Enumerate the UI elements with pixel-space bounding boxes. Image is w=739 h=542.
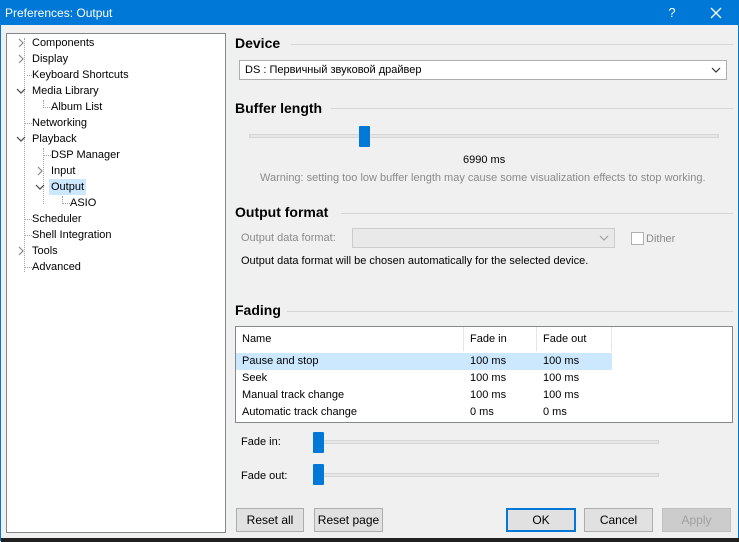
device-divider xyxy=(291,44,733,45)
tree-item-shell-integration[interactable]: Shell Integration xyxy=(7,227,223,243)
close-icon xyxy=(710,7,722,19)
tree-item-keyboard-shortcuts[interactable]: Keyboard Shortcuts xyxy=(7,67,223,83)
table-row[interactable]: Manual track change 100 ms 100 ms xyxy=(236,387,612,404)
tree-item-label: Input xyxy=(51,165,76,177)
help-button[interactable]: ? xyxy=(660,3,684,23)
dither-label: Dither xyxy=(646,233,676,245)
device-select[interactable]: DS : Первичный звуковой драйвер xyxy=(239,60,727,80)
fading-list[interactable]: Name Fade in Fade out Pause and stop 100… xyxy=(235,326,733,423)
buffer-slider-track[interactable] xyxy=(249,134,719,138)
tree-item-output[interactable]: Output xyxy=(7,179,223,195)
fade-out-slider-thumb[interactable] xyxy=(313,464,324,485)
apply-button[interactable]: Apply xyxy=(662,508,731,532)
chevron-right-icon[interactable] xyxy=(35,163,45,179)
buffer-slider-thumb[interactable] xyxy=(359,126,371,147)
reset-page-button[interactable]: Reset page xyxy=(314,508,383,532)
buffer-section-title: Buffer length xyxy=(235,100,329,116)
fade-in-label: Fade in: xyxy=(241,436,281,448)
chevron-down-icon xyxy=(598,229,610,247)
tree-item-label: Output xyxy=(49,179,87,195)
tree-item-tools[interactable]: Tools xyxy=(7,243,223,259)
row-name: Seek xyxy=(242,372,268,384)
tree-item-networking[interactable]: Networking xyxy=(7,115,223,131)
row-name: Automatic track change xyxy=(242,406,357,418)
chevron-down-icon[interactable] xyxy=(16,131,26,147)
buffer-divider xyxy=(331,108,733,109)
window-title: Preferences: Output xyxy=(5,6,113,20)
row-name: Manual track change xyxy=(242,389,345,401)
table-row[interactable]: Automatic track change 0 ms 0 ms xyxy=(236,404,612,421)
chevron-right-icon[interactable] xyxy=(16,243,26,259)
tree-item-album-list[interactable]: Album List xyxy=(7,99,223,115)
chevron-right-icon[interactable] xyxy=(16,51,26,67)
fade-out-slider-track[interactable] xyxy=(313,473,659,477)
tree-item-label: Shell Integration xyxy=(32,229,112,241)
tree-item-label: Tools xyxy=(32,245,58,257)
tree-item-playback[interactable]: Playback xyxy=(7,131,223,147)
background-strip xyxy=(1,538,739,542)
row-fade-out: 100 ms xyxy=(543,355,580,367)
row-fade-in: 0 ms xyxy=(470,406,494,418)
dither-checkbox[interactable] xyxy=(631,232,644,245)
output-format-divider xyxy=(341,213,733,214)
column-header-fade-out[interactable]: Fade out xyxy=(537,327,612,351)
row-fade-out: 0 ms xyxy=(543,406,567,418)
fade-in-slider-track[interactable] xyxy=(313,440,659,444)
tree-item-label: Keyboard Shortcuts xyxy=(32,69,129,81)
tree-item-label: Scheduler xyxy=(32,213,82,225)
tree-item-label: Networking xyxy=(32,117,88,129)
row-fade-out: 100 ms xyxy=(543,389,580,401)
table-row[interactable]: Seek 100 ms 100 ms xyxy=(236,370,612,387)
row-fade-out: 100 ms xyxy=(543,372,580,384)
close-button[interactable] xyxy=(699,3,733,23)
chevron-down-icon xyxy=(710,61,722,79)
tree-item-advanced[interactable]: Advanced xyxy=(7,259,223,275)
device-section-title: Device xyxy=(235,35,287,51)
output-format-section-title: Output format xyxy=(235,204,335,220)
table-row[interactable]: Pause and stop 100 ms 100 ms xyxy=(236,353,612,370)
tree-item-label: ASIO xyxy=(70,197,97,209)
preferences-window: Preferences: Output ? Components Display K… xyxy=(0,0,739,542)
fade-in-slider-thumb[interactable] xyxy=(313,432,324,453)
tree-item-input[interactable]: Input xyxy=(7,163,223,179)
tree-item-dsp-manager[interactable]: DSP Manager xyxy=(7,147,223,163)
output-format-select[interactable] xyxy=(352,228,615,248)
row-fade-in: 100 ms xyxy=(470,389,507,401)
buffer-warning: Warning: setting too low buffer length m… xyxy=(260,172,706,184)
row-name: Pause and stop xyxy=(242,355,319,367)
tree-item-asio[interactable]: ASIO xyxy=(7,195,223,211)
tree-item-scheduler[interactable]: Scheduler xyxy=(7,211,223,227)
tree-item-label: Display xyxy=(32,53,69,65)
chevron-down-icon[interactable] xyxy=(16,83,26,99)
row-fade-in: 100 ms xyxy=(470,355,507,367)
tree-item-label: Components xyxy=(32,37,95,49)
tree-item-label: Playback xyxy=(32,133,77,145)
output-format-label: Output data format: xyxy=(241,232,336,244)
tree-item-label: Media Library xyxy=(32,85,99,97)
preferences-tree[interactable]: Components Display Keyboard Shortcuts Media… xyxy=(6,33,226,533)
tree-item-label: DSP Manager xyxy=(51,149,120,161)
fading-divider xyxy=(287,311,733,312)
title-bar[interactable]: Preferences: Output ? xyxy=(1,1,738,25)
fade-out-label: Fade out: xyxy=(241,470,288,482)
column-header-name[interactable]: Name xyxy=(236,327,464,351)
device-select-value: DS : Первичный звуковой драйвер xyxy=(245,64,422,76)
fading-section-title: Fading xyxy=(235,302,287,318)
tree-item-media-library[interactable]: Media Library xyxy=(7,83,223,99)
row-fade-in: 100 ms xyxy=(470,372,507,384)
tree-item-label: Album List xyxy=(51,101,103,113)
column-header-fade-in[interactable]: Fade in xyxy=(464,327,537,351)
chevron-right-icon[interactable] xyxy=(16,35,26,51)
tree-item-components[interactable]: Components xyxy=(7,35,223,51)
output-format-note: Output data format will be chosen automa… xyxy=(241,255,589,267)
ok-button[interactable]: OK xyxy=(506,508,576,532)
reset-all-button[interactable]: Reset all xyxy=(236,508,304,532)
cancel-button[interactable]: Cancel xyxy=(584,508,653,532)
buffer-value: 6990 ms xyxy=(463,154,506,166)
tree-item-label: Advanced xyxy=(32,261,81,273)
tree-item-display[interactable]: Display xyxy=(7,51,223,67)
chevron-down-icon[interactable] xyxy=(35,179,45,195)
